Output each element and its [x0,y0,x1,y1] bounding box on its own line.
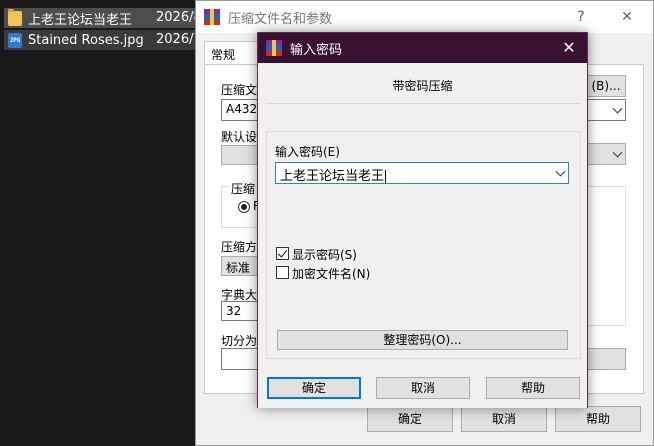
archive-cancel-button[interactable]: 取消 [461,406,547,432]
default-profile-label: 默认设 [221,130,258,144]
compression-method-label: 压缩方 [221,240,258,254]
password-value: 上老王论坛当老王 [280,169,385,184]
chevron-down-icon[interactable] [555,166,566,177]
compression-method-select[interactable]: 标准 [221,256,261,276]
archiving-options-group [586,186,626,326]
winrar-icon [204,9,220,25]
archive-name-label: 压缩文 [221,83,258,97]
split-volume-input[interactable] [221,348,261,370]
update-mode-select[interactable] [586,99,626,121]
split-volume-label: 切分为 [221,334,258,348]
show-password-label[interactable]: 显示密码(S) [292,246,357,263]
archive-dialog-titlebar[interactable]: 压缩文件名和参数 ? ✕ [196,1,653,33]
encrypt-filenames-checkbox[interactable] [276,266,289,279]
password-dialog-titlebar[interactable]: 输入密码 ✕ [258,33,587,63]
password-dialog: 输入密码 ✕ 带密码压缩 输入密码(E) 上老王论坛当老王 显示密码(S) 加密… [257,32,588,408]
set-password-button[interactable] [586,348,626,370]
dictionary-size-select[interactable]: 32 [221,301,261,321]
organize-passwords-button[interactable]: 整理密码(O)... [277,330,568,350]
browse-button[interactable]: (B)... [586,75,626,97]
password-cancel-button[interactable]: 取消 [376,377,470,399]
archive-format-label: 压缩 [229,180,258,197]
password-heading: 带密码压缩 [392,79,453,93]
close-icon[interactable]: ✕ [609,1,645,33]
jpg-file-icon: JPG [8,32,22,48]
chevron-down-icon [612,147,623,158]
archive-name-input[interactable]: A4322 [221,99,261,121]
help-icon[interactable]: ? [563,1,599,33]
password-dialog-title: 输入密码 [290,42,343,58]
archive-help-button[interactable]: 帮助 [555,406,641,432]
show-password-checkbox[interactable] [276,247,289,260]
encrypt-filenames-label[interactable]: 加密文件名(N) [292,265,370,282]
password-input[interactable]: 上老王论坛当老王 [275,162,569,184]
close-icon[interactable]: ✕ [551,33,587,63]
chevron-down-icon [612,103,623,114]
password-help-button[interactable]: 帮助 [486,377,580,399]
archive-ok-button[interactable]: 确定 [367,406,453,432]
password-label: 输入密码(E) [275,145,340,159]
folder-icon [8,8,22,26]
options-select[interactable] [586,143,626,165]
archive-dialog-title: 压缩文件名和参数 [228,11,333,27]
rar-format-radio[interactable] [238,201,250,213]
profiles-button[interactable] [221,145,261,165]
winrar-icon [266,40,282,56]
password-ok-button[interactable]: 确定 [267,377,361,399]
text-caret [385,169,387,184]
divider [266,103,581,104]
